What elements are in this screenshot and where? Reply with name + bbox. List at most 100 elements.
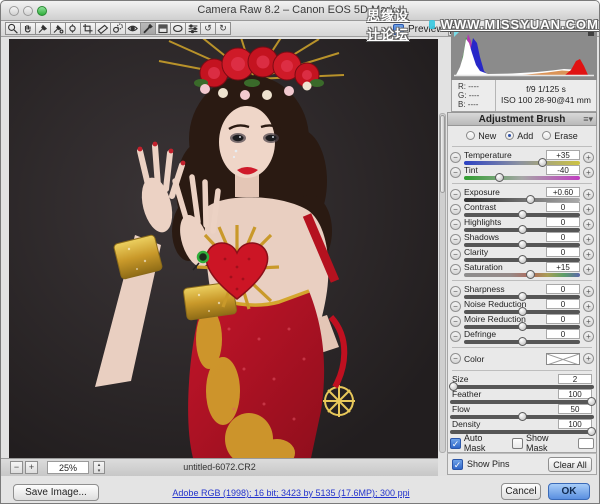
- slider-track[interactable]: [464, 340, 580, 344]
- slider-thumb[interactable]: [518, 255, 527, 264]
- graduated-filter-tool-button[interactable]: [155, 22, 171, 35]
- show-pins-checkbox[interactable]: ✓: [452, 459, 463, 470]
- decrease-button[interactable]: −: [450, 167, 461, 178]
- decrease-button[interactable]: −: [450, 234, 461, 245]
- red-eye-tool-button[interactable]: [125, 22, 141, 35]
- slider-track[interactable]: [464, 198, 580, 202]
- rotate-left-tool-button[interactable]: ↺: [200, 22, 216, 35]
- decrease-button[interactable]: −: [450, 152, 461, 163]
- white-balance-tool-button[interactable]: [35, 22, 51, 35]
- cancel-button[interactable]: Cancel: [501, 483, 541, 500]
- increase-button[interactable]: +: [583, 249, 594, 260]
- panel-scrollbar-thumb[interactable]: [440, 115, 445, 193]
- increase-button[interactable]: +: [583, 189, 594, 200]
- auto-mask-checkbox[interactable]: ✓: [450, 438, 461, 449]
- decrease-button[interactable]: −: [450, 316, 461, 327]
- straighten-tool-button[interactable]: [95, 22, 111, 35]
- slider-thumb[interactable]: [538, 158, 547, 167]
- decrease-button[interactable]: −: [450, 204, 461, 215]
- increase-button[interactable]: +: [583, 219, 594, 230]
- slider-thumb[interactable]: [518, 292, 527, 301]
- increase-button[interactable]: +: [583, 234, 594, 245]
- slider-thumb[interactable]: [449, 382, 458, 391]
- slider-thumb[interactable]: [518, 412, 527, 421]
- slider-thumb[interactable]: [518, 240, 527, 249]
- slider-track[interactable]: [464, 258, 580, 262]
- slider-thumb[interactable]: [518, 337, 527, 346]
- radio-new[interactable]: [466, 131, 475, 140]
- mask-color-swatch[interactable]: [578, 438, 594, 449]
- slider-track[interactable]: [464, 161, 580, 165]
- increase-button[interactable]: +: [583, 204, 594, 215]
- slider-track[interactable]: [450, 400, 594, 404]
- slider-thumb[interactable]: [518, 225, 527, 234]
- workflow-options-link[interactable]: Adobe RGB (1998); 16 bit; 3423 by 5135 (…: [172, 488, 409, 498]
- slider-track[interactable]: [464, 176, 580, 180]
- slider-thumb[interactable]: [587, 397, 596, 406]
- slider-value-box[interactable]: +15: [546, 262, 580, 272]
- shadow-clipping-indicator[interactable]: [454, 30, 461, 37]
- slider-value-box[interactable]: +0.60: [546, 187, 580, 197]
- slider-value-box[interactable]: -40: [546, 165, 580, 175]
- hand-tool-button[interactable]: [20, 22, 36, 35]
- panel-scrollbar[interactable]: [439, 113, 446, 453]
- slider-track[interactable]: [450, 415, 594, 419]
- slider-value-box[interactable]: 0: [546, 247, 580, 257]
- preview-checkbox[interactable]: ✓: [393, 24, 404, 35]
- slider-value-box[interactable]: 0: [546, 329, 580, 339]
- slider-value-box[interactable]: 0: [546, 314, 580, 324]
- slider-thumb[interactable]: [495, 173, 504, 182]
- slider-value-box[interactable]: 50: [558, 404, 592, 414]
- slider-thumb[interactable]: [526, 195, 535, 204]
- decrease-button[interactable]: −: [450, 189, 461, 200]
- radial-filter-tool-button[interactable]: [170, 22, 186, 35]
- show-mask-checkbox[interactable]: [512, 438, 523, 449]
- mode-erase[interactable]: Erase: [542, 131, 578, 141]
- show-mask-option[interactable]: Show Mask: [512, 433, 572, 453]
- slider-thumb[interactable]: [587, 427, 596, 436]
- slider-track[interactable]: [464, 243, 580, 247]
- zoom-tool-button[interactable]: [5, 22, 21, 35]
- increase-button[interactable]: +: [583, 286, 594, 297]
- slider-value-box[interactable]: 0: [546, 217, 580, 227]
- slider-track[interactable]: [464, 325, 580, 329]
- slider-value-box[interactable]: 0: [546, 232, 580, 242]
- slider-value-box[interactable]: 100: [558, 419, 592, 429]
- ok-button[interactable]: OK: [548, 483, 590, 500]
- decrease-button[interactable]: −: [450, 301, 461, 312]
- rotate-right-tool-button[interactable]: ↻: [215, 22, 231, 35]
- clear-all-button[interactable]: Clear All: [548, 457, 592, 472]
- mode-add[interactable]: Add: [505, 131, 533, 141]
- adjustment-brush-tool-button[interactable]: [140, 22, 156, 35]
- slider-value-box[interactable]: +35: [546, 150, 580, 160]
- slider-value-box[interactable]: 2: [558, 374, 592, 384]
- decrease-button[interactable]: −: [450, 249, 461, 260]
- slider-track[interactable]: [464, 310, 580, 314]
- panel-flyout-icon[interactable]: ≡▾: [583, 113, 593, 126]
- increase-button[interactable]: +: [583, 316, 594, 327]
- slider-track[interactable]: [464, 295, 580, 299]
- save-image-button[interactable]: Save Image...: [13, 484, 99, 501]
- image-preview[interactable]: [9, 39, 438, 458]
- decrease-button[interactable]: −: [450, 331, 461, 342]
- spot-removal-tool-button[interactable]: [110, 22, 126, 35]
- slider-value-box[interactable]: 100: [558, 389, 592, 399]
- slider-thumb[interactable]: [518, 307, 527, 316]
- slider-value-box[interactable]: 0: [546, 284, 580, 294]
- slider-track[interactable]: [450, 430, 594, 434]
- increase-button[interactable]: +: [583, 331, 594, 342]
- increase-button[interactable]: +: [583, 353, 594, 364]
- slider-track[interactable]: [464, 213, 580, 217]
- crop-tool-button[interactable]: [80, 22, 96, 35]
- increase-button[interactable]: +: [583, 264, 594, 275]
- decrease-button[interactable]: −: [450, 219, 461, 230]
- slider-track[interactable]: [464, 273, 580, 277]
- decrease-button[interactable]: −: [450, 286, 461, 297]
- targeted-adjustment-tool-button[interactable]: [65, 22, 81, 35]
- radio-add[interactable]: [505, 131, 514, 140]
- preferences-tool-button[interactable]: [185, 22, 201, 35]
- decrease-button[interactable]: −: [450, 353, 461, 364]
- slider-thumb[interactable]: [518, 322, 527, 331]
- slider-thumb[interactable]: [518, 210, 527, 219]
- increase-button[interactable]: +: [583, 152, 594, 163]
